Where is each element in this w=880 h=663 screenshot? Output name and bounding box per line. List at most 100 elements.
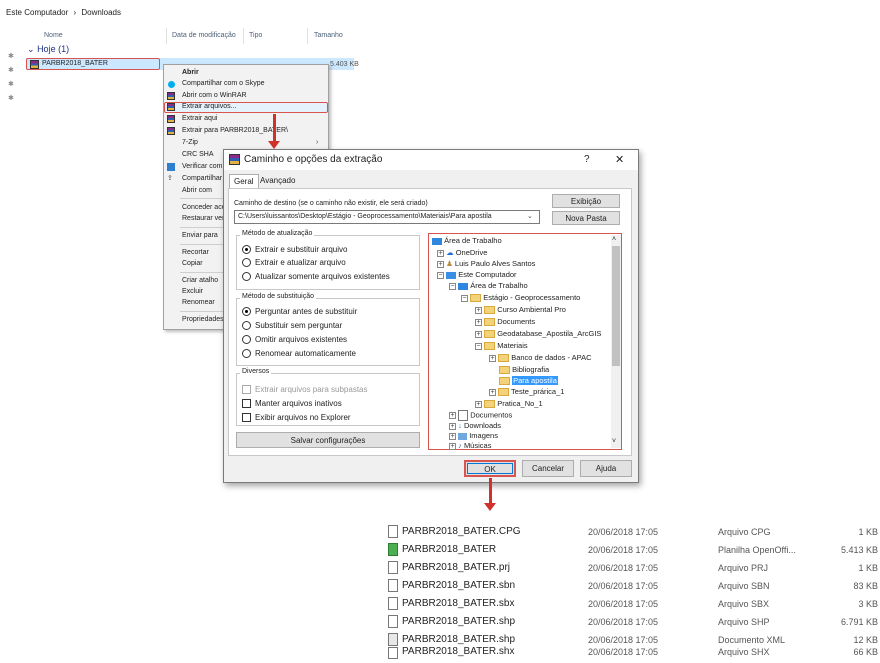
file-row[interactable]: PARBR2018_BATER.shx 20/06/2018 17:05 Arq… <box>388 645 880 663</box>
radio-skip-existing[interactable]: Omitir arquivos existentes <box>242 335 347 345</box>
radio-ask-before[interactable]: Perguntar antes de substituir <box>242 307 357 317</box>
radio-extract-update[interactable]: Extrair e atualizar arquivo <box>242 258 346 268</box>
expand-icon[interactable]: + <box>475 330 482 338</box>
tab-general[interactable]: Geral <box>229 174 259 188</box>
collapse-icon[interactable]: − <box>475 342 482 350</box>
view-button[interactable]: Exibição <box>552 194 620 208</box>
chevron-down-icon[interactable]: ⌄ <box>27 44 35 54</box>
tab-advanced[interactable]: Avançado <box>260 176 295 185</box>
breadcrumb-downloads[interactable]: Downloads <box>81 8 121 17</box>
tree-item-para-apostila[interactable]: Para apostila <box>499 376 558 386</box>
file-row[interactable]: PARBR2018_BATER.CPG 20/06/2018 17:05 Arq… <box>388 523 880 541</box>
checkbox-keep-broken[interactable]: Manter arquivos inativos <box>242 399 342 409</box>
tree-item-teste[interactable]: + Teste_prárica_1 <box>489 387 564 397</box>
radio-selected[interactable] <box>242 245 251 255</box>
tree-item-estagio[interactable]: − Estágio - Geoprocessamento <box>461 293 580 303</box>
file-row[interactable]: PARBR2018_BATER 20/06/2018 17:05 Planilh… <box>388 541 880 559</box>
close-button[interactable]: ✕ <box>615 153 624 166</box>
radio[interactable] <box>242 258 251 268</box>
tree-item-imagens[interactable]: + Imagens <box>449 431 498 440</box>
column-date-header[interactable]: Data de modificação <box>172 32 236 39</box>
column-name-header[interactable]: Nome <box>44 32 63 39</box>
file-row[interactable]: PARBR2018_BATER.prj 20/06/2018 17:05 Arq… <box>388 559 880 577</box>
context-menu-item-skype[interactable]: Compartilhar com o Skype <box>182 80 264 87</box>
expand-icon[interactable]: + <box>475 400 482 408</box>
destination-path-input[interactable]: C:\Users\luissantos\Desktop\Estágio - Ge… <box>234 210 540 224</box>
expand-icon[interactable]: + <box>449 422 456 430</box>
tree-item-banco-dados[interactable]: + Banco de dados - APAC <box>489 353 592 363</box>
context-menu-item-create-shortcut[interactable]: Criar atalho <box>182 277 218 284</box>
breadcrumb-computer[interactable]: Este Computador <box>6 8 68 17</box>
context-menu-item-scan[interactable]: Verificar com o <box>182 163 228 170</box>
context-menu-item-cut[interactable]: Recortar <box>182 249 209 256</box>
tree-item-this-pc[interactable]: − Este Computador <box>437 270 517 279</box>
collapse-icon[interactable]: − <box>449 282 456 290</box>
ok-button[interactable]: OK <box>464 460 516 477</box>
context-menu-item-open-with[interactable]: Abrir com <box>182 187 212 194</box>
file-row[interactable]: PARBR2018_BATER.sbx 20/06/2018 17:05 Arq… <box>388 595 880 613</box>
tree-item-geodatabase[interactable]: + Geodatabase_Apostila_ArcGIS <box>475 329 601 339</box>
expand-icon[interactable]: + <box>437 249 444 257</box>
expand-icon[interactable]: + <box>489 388 496 396</box>
context-menu-item-properties[interactable]: Propriedades <box>182 316 224 323</box>
file-row[interactable]: PARBR2018_BATER.sbn 20/06/2018 17:05 Arq… <box>388 577 880 595</box>
tree-item-onedrive[interactable]: + ☁ OneDrive <box>437 248 487 257</box>
cancel-button[interactable]: Cancelar <box>522 460 574 477</box>
radio[interactable] <box>242 335 251 345</box>
radio-rename-auto[interactable]: Renomear automaticamente <box>242 349 356 359</box>
tree-item-desktop-2[interactable]: − Área de Trabalho <box>449 281 528 290</box>
group-header[interactable]: ⌄ Hoje (1) <box>27 44 69 55</box>
radio-overwrite-without-asking[interactable]: Substituir sem perguntar <box>242 321 342 331</box>
radio-selected[interactable] <box>242 307 251 317</box>
tree-item-bibliografia[interactable]: Bibliografia <box>499 365 549 375</box>
column-size-header[interactable]: Tamanho <box>314 32 343 39</box>
scroll-up-icon[interactable]: ˄ <box>612 236 616 243</box>
context-menu-item-extract-files[interactable]: Extrair arquivos... <box>182 103 236 110</box>
save-settings-button[interactable]: Salvar configurações <box>236 432 420 448</box>
tree-item-documentos[interactable]: + Documentos <box>449 410 512 421</box>
expand-icon[interactable]: + <box>449 432 456 440</box>
scroll-down-icon[interactable]: ˅ <box>612 438 616 445</box>
tree-item-desktop[interactable]: Área de Trabalho <box>432 236 502 245</box>
context-menu-item-open-winrar[interactable]: Abrir com o WinRAR <box>182 92 247 99</box>
context-menu-item-rename[interactable]: Renomear <box>182 299 215 306</box>
tree-item-downloads[interactable]: + ↓ Downloads <box>449 421 501 430</box>
tree-item-user[interactable]: + ♟ Luis Paulo Alves Santos <box>437 259 535 268</box>
scrollbar-thumb[interactable] <box>612 246 620 366</box>
expand-icon[interactable]: + <box>489 354 496 362</box>
tree-item-musicas[interactable]: + ♪ Músicas <box>449 441 491 450</box>
column-type-header[interactable]: Tipo <box>249 32 262 39</box>
context-menu-item-delete[interactable]: Excluir <box>182 288 203 295</box>
context-menu-item-extract-here[interactable]: Extrair aqui <box>182 115 217 122</box>
breadcrumb[interactable]: Este Computador › Downloads <box>6 8 121 17</box>
radio[interactable] <box>242 321 251 331</box>
tree-item-documents[interactable]: + Documents <box>475 317 535 327</box>
help-button[interactable]: ? <box>584 154 590 165</box>
tree-item-curso[interactable]: + Curso Ambiental Pro <box>475 305 566 315</box>
expand-icon[interactable]: + <box>437 260 444 268</box>
context-menu-item-crc-sha[interactable]: CRC SHA <box>182 151 214 158</box>
context-menu-item-send-to[interactable]: Enviar para <box>182 232 218 239</box>
radio[interactable] <box>242 272 251 282</box>
expand-icon[interactable]: + <box>449 412 456 419</box>
expand-icon[interactable]: + <box>475 306 482 314</box>
expand-icon[interactable]: + <box>475 318 482 326</box>
context-menu-item-share[interactable]: Compartilhar <box>182 175 222 182</box>
help-dialog-button[interactable]: Ajuda <box>580 460 632 477</box>
checkbox[interactable] <box>242 399 251 409</box>
file-row[interactable]: PARBR2018_BATER.shp 20/06/2018 17:05 Arq… <box>388 613 880 631</box>
checkbox[interactable] <box>242 413 251 423</box>
radio-extract-replace[interactable]: Extrair e substituir arquivo <box>242 245 347 255</box>
radio-update-existing[interactable]: Atualizar somente arquivos existentes <box>242 272 390 282</box>
context-menu-item-open[interactable]: Abrir <box>182 69 199 76</box>
tree-item-materiais[interactable]: − Materiais <box>475 341 528 351</box>
tree-item-pratica[interactable]: + Pratica_No_1 <box>475 399 543 409</box>
radio[interactable] <box>242 349 251 359</box>
chevron-down-icon[interactable]: ⌄ <box>527 212 533 220</box>
context-menu-item-copy[interactable]: Copiar <box>182 260 203 267</box>
checkbox-show-in-explorer[interactable]: Exibir arquivos no Explorer <box>242 413 351 423</box>
new-folder-button[interactable]: Nova Pasta <box>552 211 620 225</box>
context-menu-item-7zip[interactable]: 7-Zip <box>182 139 198 146</box>
expand-icon[interactable]: + <box>449 442 456 450</box>
collapse-icon[interactable]: − <box>437 271 444 279</box>
